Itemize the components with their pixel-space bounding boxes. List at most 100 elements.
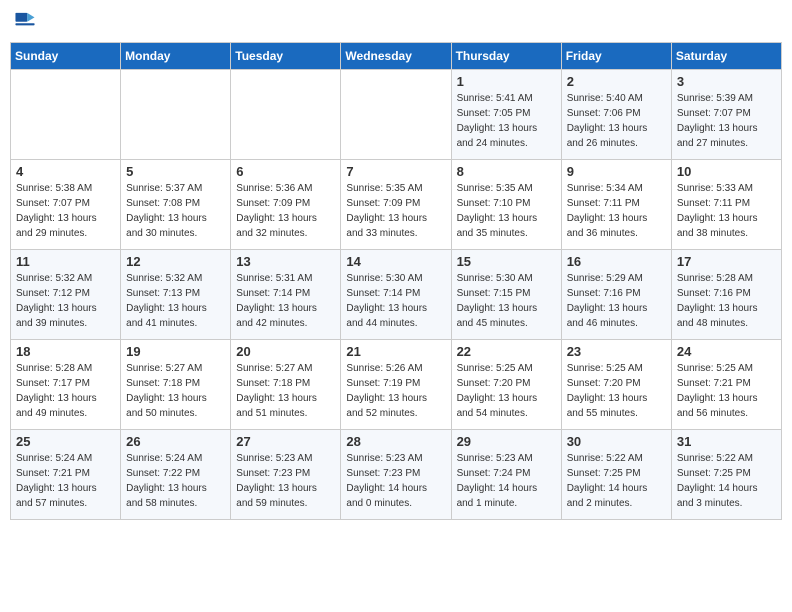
day-info: Sunrise: 5:29 AM Sunset: 7:16 PM Dayligh… (567, 271, 666, 331)
calendar-cell: 24 Sunrise: 5:25 AM Sunset: 7:21 PM Dayli… (671, 340, 781, 430)
day-info: Sunrise: 5:41 AM Sunset: 7:05 PM Dayligh… (457, 91, 556, 151)
day-number: 19 (126, 344, 225, 359)
calendar-cell: 28 Sunrise: 5:23 AM Sunset: 7:23 PM Dayli… (341, 430, 451, 520)
day-number: 31 (677, 434, 776, 449)
calendar-cell: 23 Sunrise: 5:25 AM Sunset: 7:20 PM Dayli… (561, 340, 671, 430)
calendar-week-row: 11 Sunrise: 5:32 AM Sunset: 7:12 PM Dayli… (11, 250, 782, 340)
day-number: 22 (457, 344, 556, 359)
day-number: 12 (126, 254, 225, 269)
day-info: Sunrise: 5:32 AM Sunset: 7:13 PM Dayligh… (126, 271, 225, 331)
day-info: Sunrise: 5:30 AM Sunset: 7:15 PM Dayligh… (457, 271, 556, 331)
calendar-week-row: 18Sunrise: 5:28 AM Sunset: 7:17 PM Dayli… (11, 340, 782, 430)
day-number: 29 (457, 434, 556, 449)
day-info: Sunrise: 5:24 AM Sunset: 7:21 PM Dayligh… (16, 451, 115, 511)
calendar-header-row: SundayMondayTuesdayWednesdayThursdayFrid… (11, 43, 782, 70)
calendar-table: SundayMondayTuesdayWednesdayThursdayFrid… (10, 42, 782, 520)
day-info: Sunrise: 5:27 AM Sunset: 7:18 PM Dayligh… (126, 361, 225, 421)
calendar-cell (341, 70, 451, 160)
day-info: Sunrise: 5:23 AM Sunset: 7:24 PM Dayligh… (457, 451, 556, 511)
column-header-friday: Friday (561, 43, 671, 70)
calendar-cell: 6 Sunrise: 5:36 AM Sunset: 7:09 PM Daylig… (231, 160, 341, 250)
column-header-thursday: Thursday (451, 43, 561, 70)
calendar-cell (121, 70, 231, 160)
column-header-monday: Monday (121, 43, 231, 70)
calendar-cell (11, 70, 121, 160)
calendar-cell: 4 Sunrise: 5:38 AM Sunset: 7:07 PM Daylig… (11, 160, 121, 250)
calendar-cell: 26Sunrise: 5:24 AM Sunset: 7:22 PM Dayli… (121, 430, 231, 520)
day-number: 2 (567, 74, 666, 89)
logo-icon (14, 10, 36, 32)
calendar-cell: 12 Sunrise: 5:32 AM Sunset: 7:13 PM Dayli… (121, 250, 231, 340)
day-info: Sunrise: 5:23 AM Sunset: 7:23 PM Dayligh… (346, 451, 445, 511)
day-number: 17 (677, 254, 776, 269)
day-info: Sunrise: 5:34 AM Sunset: 7:11 PM Dayligh… (567, 181, 666, 241)
day-info: Sunrise: 5:32 AM Sunset: 7:12 PM Dayligh… (16, 271, 115, 331)
calendar-cell: 14 Sunrise: 5:30 AM Sunset: 7:14 PM Dayli… (341, 250, 451, 340)
day-info: Sunrise: 5:25 AM Sunset: 7:20 PM Dayligh… (567, 361, 666, 421)
day-number: 10 (677, 164, 776, 179)
calendar-cell: 2 Sunrise: 5:40 AM Sunset: 7:06 PM Daylig… (561, 70, 671, 160)
day-number: 13 (236, 254, 335, 269)
day-number: 24 (677, 344, 776, 359)
calendar-cell: 29 Sunrise: 5:23 AM Sunset: 7:24 PM Dayli… (451, 430, 561, 520)
day-number: 8 (457, 164, 556, 179)
calendar-cell: 16 Sunrise: 5:29 AM Sunset: 7:16 PM Dayli… (561, 250, 671, 340)
day-info: Sunrise: 5:36 AM Sunset: 7:09 PM Dayligh… (236, 181, 335, 241)
day-info: Sunrise: 5:35 AM Sunset: 7:10 PM Dayligh… (457, 181, 556, 241)
day-info: Sunrise: 5:25 AM Sunset: 7:21 PM Dayligh… (677, 361, 776, 421)
column-header-sunday: Sunday (11, 43, 121, 70)
day-info: Sunrise: 5:35 AM Sunset: 7:09 PM Dayligh… (346, 181, 445, 241)
day-number: 18 (16, 344, 115, 359)
day-info: Sunrise: 5:38 AM Sunset: 7:07 PM Dayligh… (16, 181, 115, 241)
calendar-cell: 20 Sunrise: 5:27 AM Sunset: 7:18 PM Dayli… (231, 340, 341, 430)
calendar-cell: 21 Sunrise: 5:26 AM Sunset: 7:19 PM Dayli… (341, 340, 451, 430)
day-number: 28 (346, 434, 445, 449)
day-number: 4 (16, 164, 115, 179)
page-header (10, 10, 782, 34)
day-number: 9 (567, 164, 666, 179)
calendar-week-row: 25 Sunrise: 5:24 AM Sunset: 7:21 PM Dayli… (11, 430, 782, 520)
day-number: 21 (346, 344, 445, 359)
column-header-tuesday: Tuesday (231, 43, 341, 70)
day-info: Sunrise: 5:23 AM Sunset: 7:23 PM Dayligh… (236, 451, 335, 511)
calendar-cell: 31 Sunrise: 5:22 AM Sunset: 7:25 PM Dayli… (671, 430, 781, 520)
day-info: Sunrise: 5:40 AM Sunset: 7:06 PM Dayligh… (567, 91, 666, 151)
day-number: 6 (236, 164, 335, 179)
calendar-cell: 8 Sunrise: 5:35 AM Sunset: 7:10 PM Daylig… (451, 160, 561, 250)
day-number: 7 (346, 164, 445, 179)
day-info: Sunrise: 5:30 AM Sunset: 7:14 PM Dayligh… (346, 271, 445, 331)
day-info: Sunrise: 5:25 AM Sunset: 7:20 PM Dayligh… (457, 361, 556, 421)
day-info: Sunrise: 5:26 AM Sunset: 7:19 PM Dayligh… (346, 361, 445, 421)
calendar-cell: 22 Sunrise: 5:25 AM Sunset: 7:20 PM Dayli… (451, 340, 561, 430)
day-info: Sunrise: 5:33 AM Sunset: 7:11 PM Dayligh… (677, 181, 776, 241)
day-number: 1 (457, 74, 556, 89)
day-info: Sunrise: 5:27 AM Sunset: 7:18 PM Dayligh… (236, 361, 335, 421)
calendar-cell: 3 Sunrise: 5:39 AM Sunset: 7:07 PM Daylig… (671, 70, 781, 160)
calendar-cell: 15 Sunrise: 5:30 AM Sunset: 7:15 PM Dayli… (451, 250, 561, 340)
calendar-cell: 9 Sunrise: 5:34 AM Sunset: 7:11 PM Daylig… (561, 160, 671, 250)
day-info: Sunrise: 5:31 AM Sunset: 7:14 PM Dayligh… (236, 271, 335, 331)
calendar-cell: 17 Sunrise: 5:28 AM Sunset: 7:16 PM Dayli… (671, 250, 781, 340)
day-info: Sunrise: 5:37 AM Sunset: 7:08 PM Dayligh… (126, 181, 225, 241)
column-header-saturday: Saturday (671, 43, 781, 70)
calendar-cell: 1 Sunrise: 5:41 AM Sunset: 7:05 PM Daylig… (451, 70, 561, 160)
day-number: 16 (567, 254, 666, 269)
calendar-cell: 10 Sunrise: 5:33 AM Sunset: 7:11 PM Dayli… (671, 160, 781, 250)
column-header-wednesday: Wednesday (341, 43, 451, 70)
calendar-cell: 30Sunrise: 5:22 AM Sunset: 7:25 PM Dayli… (561, 430, 671, 520)
logo (14, 10, 38, 34)
day-info: Sunrise: 5:39 AM Sunset: 7:07 PM Dayligh… (677, 91, 776, 151)
day-number: 23 (567, 344, 666, 359)
day-number: 27 (236, 434, 335, 449)
day-number: 15 (457, 254, 556, 269)
day-number: 14 (346, 254, 445, 269)
day-info: Sunrise: 5:28 AM Sunset: 7:16 PM Dayligh… (677, 271, 776, 331)
day-info: Sunrise: 5:22 AM Sunset: 7:25 PM Dayligh… (677, 451, 776, 511)
day-number: 20 (236, 344, 335, 359)
calendar-week-row: 4 Sunrise: 5:38 AM Sunset: 7:07 PM Daylig… (11, 160, 782, 250)
day-number: 3 (677, 74, 776, 89)
day-number: 25 (16, 434, 115, 449)
calendar-cell: 27 Sunrise: 5:23 AM Sunset: 7:23 PM Dayli… (231, 430, 341, 520)
calendar-cell: 25 Sunrise: 5:24 AM Sunset: 7:21 PM Dayli… (11, 430, 121, 520)
day-number: 11 (16, 254, 115, 269)
